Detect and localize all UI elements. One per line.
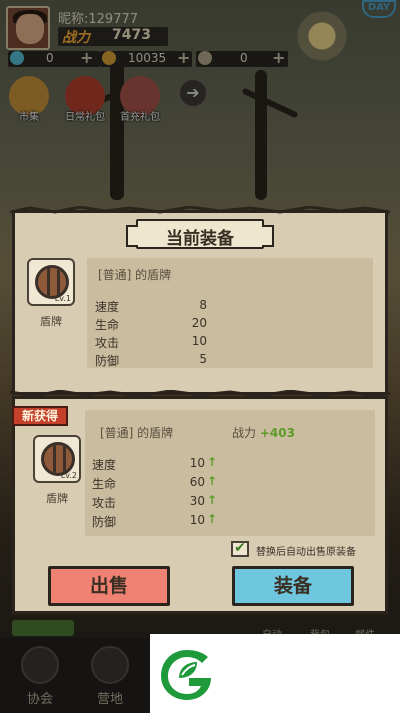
stat-label: 速度 [95, 300, 120, 314]
auto-sell-label: 替换后自动出售原装备 [256, 547, 356, 558]
new-equip-name: [普通] 的盾牌 [100, 426, 174, 440]
current-equip-name: [普通] 的盾牌 [98, 268, 172, 282]
new-power-delta: +403 [259, 426, 295, 440]
stat-label: 生命 [92, 477, 117, 491]
stat-label: 生命 [95, 318, 120, 332]
arrow-up-icon: ↑ [207, 512, 218, 526]
stat-label: 速度 [92, 458, 117, 472]
stat-value: 20 [191, 316, 207, 330]
current-item-slot[interactable]: Lv.1 [27, 258, 75, 306]
new-item-tag: 新获得 [12, 406, 68, 426]
stat-value: 8 [199, 298, 207, 312]
current-item-name: 盾牌 [40, 315, 62, 328]
auto-sell-checkbox[interactable]: ✔ [231, 541, 249, 557]
stat-label: 攻击 [95, 336, 120, 350]
stat-label: 攻击 [92, 496, 117, 510]
item-level: Lv.2 [60, 471, 77, 480]
arrow-up-icon: ↑ [207, 493, 218, 507]
checkmark-icon: ✔ [234, 540, 246, 556]
item-level: Lv.1 [54, 294, 71, 303]
new-item-slot[interactable]: Lv.2 [33, 435, 81, 483]
torn-edge [10, 206, 390, 214]
stat-value: 30 [189, 494, 205, 508]
stat-label: 防御 [95, 354, 120, 368]
stat-value: 10 [191, 334, 207, 348]
stat-value: 60 [189, 475, 205, 489]
dialog-title: 当前装备 [166, 229, 234, 249]
arrow-up-icon: ↑ [207, 474, 218, 488]
dialog-title-banner: 当前装备 [126, 219, 274, 249]
stat-value: 5 [199, 352, 207, 366]
g-leaf-logo-icon [161, 650, 211, 700]
stat-value: 10 [189, 513, 205, 527]
stat-label: 防御 [92, 515, 117, 529]
equip-button[interactable]: 装备 [232, 566, 354, 606]
new-item-name: 盾牌 [46, 492, 68, 505]
torn-edge [10, 390, 390, 398]
stat-value: 10 [189, 456, 205, 470]
new-power: 战力 +403 [232, 424, 295, 441]
new-power-label: 战力 [232, 426, 257, 440]
arrow-up-icon: ↑ [207, 455, 218, 469]
sell-button[interactable]: 出售 [48, 566, 170, 606]
